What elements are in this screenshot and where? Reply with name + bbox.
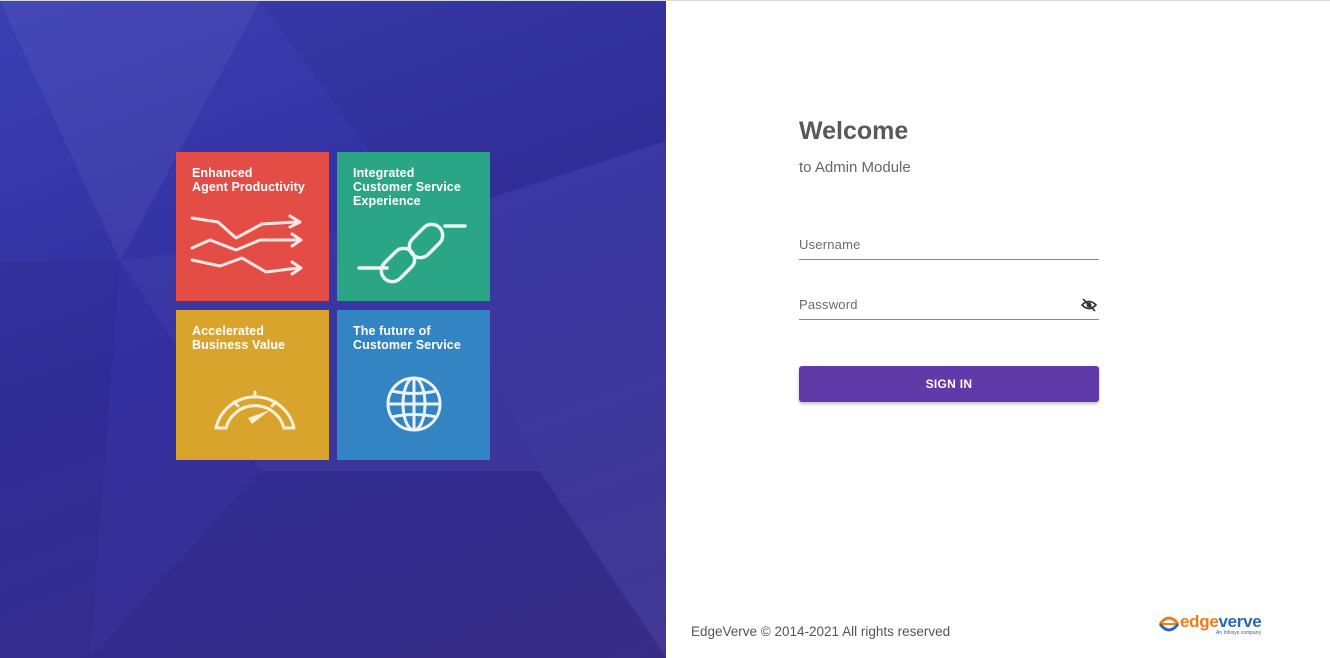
globe-icon <box>386 376 442 432</box>
eye-off-icon[interactable] <box>1081 298 1097 312</box>
hero-panel: Enhanced Agent Productivity Integrated C… <box>0 1 666 658</box>
password-field <box>799 289 1099 320</box>
tile-title: Enhanced Agent Productivity <box>192 166 305 194</box>
page-title: Welcome <box>799 117 909 145</box>
tile-business-value: Accelerated Business Value <box>176 310 329 460</box>
trend-arrows-icon <box>190 214 303 276</box>
tile-future-service: The future of Customer Service <box>337 310 490 460</box>
logo-tagline: An Infosys company <box>1216 630 1262 636</box>
chain-link-icon <box>357 222 467 284</box>
logo-wordmark: edgeverve <box>1180 612 1262 631</box>
logo-mark-icon <box>1158 616 1180 632</box>
speedometer-icon <box>214 390 296 430</box>
tile-title: Integrated Customer Service Experience <box>353 166 461 208</box>
feature-tiles: Enhanced Agent Productivity Integrated C… <box>176 152 490 460</box>
username-input[interactable] <box>799 229 1099 259</box>
tile-agent-productivity: Enhanced Agent Productivity <box>176 152 329 301</box>
username-field <box>799 229 1099 260</box>
tile-title: The future of Customer Service <box>353 324 461 352</box>
tile-title: Accelerated Business Value <box>192 324 286 352</box>
page-subtitle: to Admin Module <box>799 159 911 176</box>
login-page: Enhanced Agent Productivity Integrated C… <box>0 0 1330 658</box>
tile-customer-experience: Integrated Customer Service Experience <box>337 152 490 301</box>
password-input[interactable] <box>799 289 1099 319</box>
sign-in-button[interactable]: SIGN IN <box>799 366 1099 402</box>
login-panel: Welcome to Admin Module SIGN IN EdgeVerv… <box>666 1 1330 658</box>
copyright-text: EdgeVerve © 2014-2021 All rights reserve… <box>691 624 951 639</box>
edgeverve-logo: edgeverve An Infosys company <box>1158 612 1262 638</box>
